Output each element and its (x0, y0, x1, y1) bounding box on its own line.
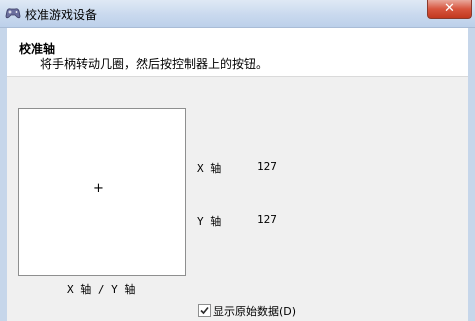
instruction-text: 将手柄转动几圈，然后按控制器上的按钮。 (40, 57, 269, 71)
crosshair-marker: + (93, 181, 104, 196)
y-axis-value: 127 (257, 213, 277, 226)
title-bar: 校准游戏设备 ✕ (0, 0, 475, 28)
show-raw-data-label: 显示原始数据(D) (213, 305, 297, 318)
window-border-left (0, 28, 7, 321)
checkmark-icon (200, 306, 209, 315)
x-axis-label: X 轴 (197, 162, 222, 175)
axis-caption: X 轴 / Y 轴 (67, 283, 136, 296)
close-button[interactable]: ✕ (427, 0, 472, 19)
y-axis-label: Y 轴 (197, 215, 222, 228)
window-title: 校准游戏设备 (25, 8, 98, 22)
close-icon: ✕ (444, 1, 455, 16)
wizard-header: 校准轴 将手柄转动几圈，然后按控制器上的按钮。 (7, 28, 468, 77)
x-axis-value: 127 (257, 160, 277, 173)
show-raw-data-checkbox[interactable] (198, 304, 211, 317)
window-border-right (468, 28, 475, 321)
game-controller-icon (5, 8, 21, 19)
